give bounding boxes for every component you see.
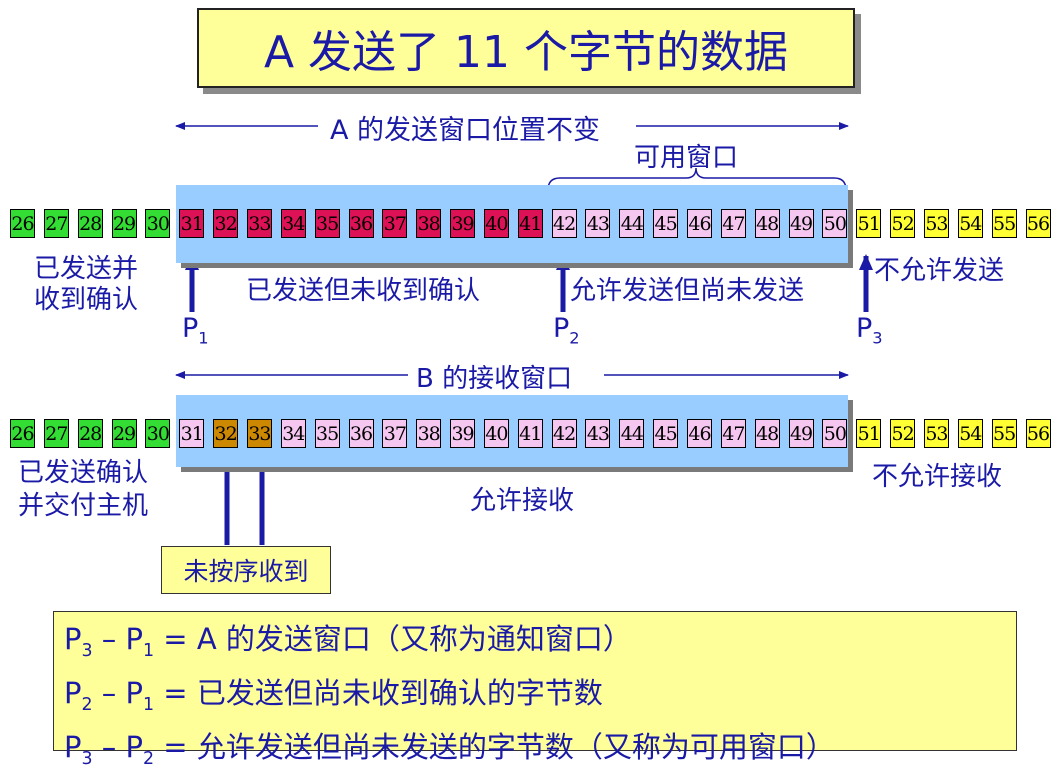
p2-label: P2 — [553, 313, 580, 347]
receiver-window-label: B 的接收窗口 — [416, 364, 573, 394]
p3-label: P3 — [856, 313, 883, 347]
p3-sub: 3 — [872, 328, 883, 348]
receiver-byte-53: 53 — [923, 419, 949, 448]
receiver-byte-51: 51 — [856, 419, 882, 448]
sender-byte-42: 42 — [551, 209, 577, 238]
sender-byte-39: 39 — [450, 209, 476, 238]
receiver-byte-31: 31 — [179, 419, 205, 448]
sender-byte-50: 50 — [822, 209, 848, 238]
receiver-byte-26: 26 — [10, 419, 35, 448]
acked-label-line2: 收到确认 — [34, 285, 139, 315]
p1-label: P1 — [182, 313, 209, 347]
receiver-byte-44: 44 — [619, 419, 645, 448]
receiver-byte-27: 27 — [43, 419, 69, 448]
receiver-byte-33: 33 — [246, 419, 272, 448]
sender-byte-36: 36 — [348, 209, 374, 238]
sender-byte-55: 55 — [991, 209, 1017, 238]
sender-byte-33: 33 — [246, 209, 272, 238]
not-allowed-receive-label: 不允许接收 — [872, 462, 1003, 492]
receiver-byte-35: 35 — [314, 419, 340, 448]
delivered-label-line2: 并交付主机 — [18, 491, 149, 521]
summary-line-3: P3 – P2 = 允许发送但尚未发送的字节数（又称为可用窗口） — [64, 729, 835, 769]
allowed-send-label: 允许发送但尚未发送 — [570, 276, 805, 306]
allowed-receive-label: 允许接收 — [470, 486, 575, 516]
receiver-byte-50: 50 — [822, 419, 848, 448]
receiver-byte-34: 34 — [280, 419, 306, 448]
receiver-byte-41: 41 — [517, 419, 543, 448]
receiver-byte-36: 36 — [348, 419, 374, 448]
not-allowed-send-label: 不允许发送 — [874, 256, 1005, 286]
receiver-byte-37: 37 — [382, 419, 408, 448]
receiver-byte-43: 43 — [585, 419, 611, 448]
receiver-byte-55: 55 — [991, 419, 1017, 448]
receiver-byte-42: 42 — [551, 419, 577, 448]
sender-byte-44: 44 — [619, 209, 645, 238]
sender-byte-56: 56 — [1025, 209, 1051, 238]
acked-label: 已发送并 收到确认 — [34, 254, 138, 316]
receiver-byte-32: 32 — [213, 419, 239, 448]
receiver-byte-47: 47 — [720, 419, 746, 448]
receiver-byte-30: 30 — [145, 419, 171, 448]
sender-window-label: A 的发送窗口位置不变 — [330, 115, 601, 146]
sender-byte-51: 51 — [856, 209, 882, 238]
receiver-byte-54: 54 — [957, 419, 983, 448]
sender-byte-48: 48 — [754, 209, 780, 238]
receiver-byte-29: 29 — [111, 419, 137, 448]
sender-byte-53: 53 — [923, 209, 949, 238]
summary-box: P3 – P1 = A 的发送窗口（又称为通知窗口） P2 – P1 = 已发送… — [53, 611, 1017, 768]
sender-byte-32: 32 — [213, 209, 239, 238]
receiver-byte-52: 52 — [890, 419, 916, 448]
receiver-byte-46: 46 — [687, 419, 712, 448]
receiver-byte-row: 26 27 28 29 30 31 32 33 34 35 36 37 38 39 40 41 42 43 44 45… — [10, 419, 1051, 448]
sender-byte-34: 34 — [280, 209, 306, 238]
receiver-byte-48: 48 — [754, 419, 780, 448]
summary-line-2: P2 – P1 = 已发送但尚未收到确认的字节数 — [64, 675, 603, 715]
sent-unacked-label: 已发送但未收到确认 — [246, 276, 481, 306]
sender-byte-46: 46 — [687, 209, 712, 238]
p1-main: P — [182, 313, 199, 344]
delivered-label-line1: 已发送确认 — [18, 458, 149, 488]
sender-byte-40: 40 — [483, 209, 509, 238]
p3-main: P — [856, 313, 873, 344]
receiver-byte-56: 56 — [1025, 419, 1051, 448]
acked-label-line1: 已发送并 — [34, 254, 139, 284]
sender-byte-47: 47 — [720, 209, 746, 238]
sender-byte-27: 27 — [43, 209, 69, 238]
sender-byte-29: 29 — [111, 209, 137, 238]
usable-window-label: 可用窗口 — [634, 143, 739, 173]
summary-line-1: P3 – P1 = A 的发送窗口（又称为通知窗口） — [64, 622, 632, 661]
sender-byte-37: 37 — [382, 209, 408, 238]
p1-sub: 1 — [198, 328, 209, 348]
sender-byte-43: 43 — [585, 209, 611, 238]
sender-byte-28: 28 — [77, 209, 103, 238]
receiver-byte-39: 39 — [450, 419, 476, 448]
sender-byte-35: 35 — [314, 209, 340, 238]
sender-byte-31: 31 — [179, 209, 205, 238]
sender-byte-45: 45 — [653, 209, 679, 238]
sender-byte-26: 26 — [10, 209, 35, 238]
sender-byte-49: 49 — [788, 209, 814, 238]
receiver-byte-38: 38 — [416, 419, 442, 448]
out-of-order-note: 未按序收到 — [161, 546, 331, 594]
sender-byte-30: 30 — [145, 209, 171, 238]
sender-byte-38: 38 — [416, 209, 442, 238]
receiver-byte-45: 45 — [653, 419, 679, 448]
receiver-byte-28: 28 — [77, 419, 103, 448]
sender-byte-41: 41 — [517, 209, 543, 238]
receiver-byte-40: 40 — [483, 419, 509, 448]
receiver-byte-49: 49 — [788, 419, 814, 448]
delivered-label: 已发送确认 并交付主机 — [18, 457, 148, 523]
sender-byte-row: 26 27 28 29 30 31 32 33 34 35 36 37 38 39 40 41 42 43 44 45… — [10, 209, 1051, 238]
p2-sub: 2 — [569, 328, 580, 348]
p2-main: P — [553, 313, 570, 344]
sender-byte-54: 54 — [957, 209, 983, 238]
sender-byte-52: 52 — [890, 209, 916, 238]
